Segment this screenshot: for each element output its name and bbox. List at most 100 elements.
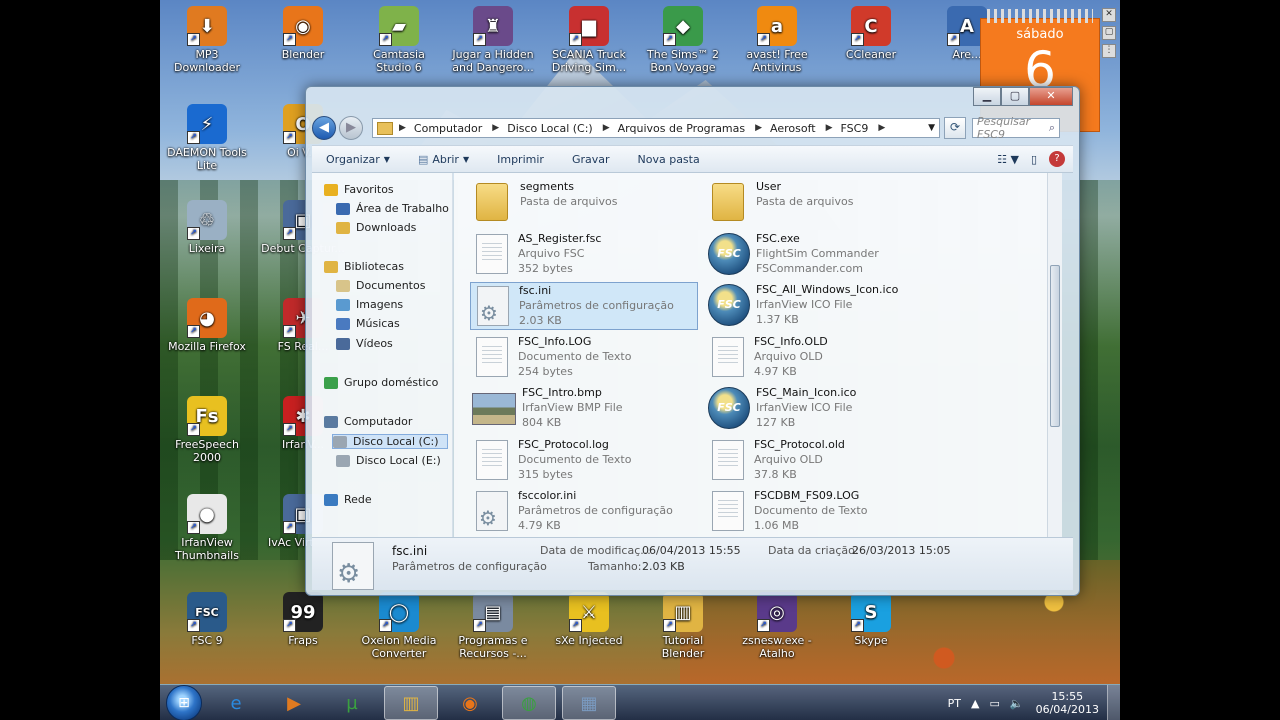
- close-button[interactable]: ✕: [1029, 87, 1073, 106]
- search-input[interactable]: Pesquisar FSC9 ⌕: [972, 115, 1060, 141]
- burn-button[interactable]: Gravar: [572, 153, 610, 166]
- desktop-icon-1[interactable]: ◉ ↗ Blender: [260, 6, 346, 61]
- breadcrumb-arquivos-de-programas[interactable]: Arquivos de Programas: [618, 122, 745, 135]
- desktop-icon-6[interactable]: a ↗ avast! Free Antivirus: [734, 6, 820, 74]
- nav-item-computador[interactable]: Computador: [324, 415, 412, 428]
- file-item[interactable]: fsc.ini Parâmetros de configuração 2.03 KB: [470, 282, 698, 330]
- desktop-icon-3[interactable]: ♜ ↗ Jugar a Hidden and Dangero...: [450, 6, 536, 74]
- view-options-icon[interactable]: ☷ ▼: [997, 153, 1019, 166]
- desktop-icon-21[interactable]: ◯ ↗ Oxelon Media Converter: [356, 592, 442, 660]
- utorrent-icon[interactable]: µ: [326, 687, 378, 719]
- breadcrumb-computador[interactable]: Computador: [414, 122, 482, 135]
- nav-item-imagens[interactable]: Imagens: [336, 298, 403, 311]
- refresh-button[interactable]: ⟳: [944, 117, 966, 139]
- nav-item-m-sicas[interactable]: Músicas: [336, 317, 400, 330]
- file-item[interactable]: FSC_Info.LOG Documento de Texto 254 bytes: [470, 334, 698, 382]
- show-hidden-icons-icon[interactable]: ▲: [971, 697, 979, 710]
- network-icon[interactable]: ▭: [989, 697, 999, 710]
- file-item[interactable]: FSC_Protocol.log Documento de Texto 315 by…: [470, 437, 698, 485]
- address-bar[interactable]: ▶ Computador ▶ Disco Local (C:) ▶ Arquiv…: [372, 118, 940, 138]
- nav-item--rea-de-trabalho[interactable]: Área de Trabalho: [336, 202, 449, 215]
- nav-item-grupo-dom-stico[interactable]: Grupo doméstico: [324, 376, 438, 389]
- forward-button[interactable]: ▶: [339, 116, 363, 140]
- open-button[interactable]: ▤ Abrir ▼: [418, 153, 469, 166]
- help-icon[interactable]: ?: [1049, 151, 1065, 167]
- file-item[interactable]: FSC FSC_Main_Icon.ico IrfanView ICO File 12…: [706, 385, 934, 433]
- breadcrumb-aerosoft[interactable]: Aerosoft: [770, 122, 816, 135]
- nav-item-v-deos[interactable]: Vídeos: [336, 337, 393, 350]
- back-button[interactable]: ◀: [312, 116, 336, 140]
- desktop-icon-20[interactable]: 99 ↗ Fraps: [260, 592, 346, 647]
- nav-item-documentos[interactable]: Documentos: [336, 279, 425, 292]
- clock[interactable]: 15:55 06/04/2013: [1036, 690, 1099, 716]
- language-indicator[interactable]: PT: [948, 697, 961, 710]
- file-size: 804 KB: [522, 416, 562, 429]
- gadget-drag-icon[interactable]: ⋮: [1102, 44, 1116, 58]
- volume-icon[interactable]: 🔈: [1010, 697, 1024, 710]
- desktop-icon-19[interactable]: FSC ↗ FSC 9: [164, 592, 250, 647]
- breadcrumb-fsc9[interactable]: FSC9: [841, 122, 869, 135]
- file-item[interactable]: AS_Register.fsc Arquivo FSC 352 bytes: [470, 231, 698, 279]
- desktop-icon-2[interactable]: ▰ ↗ Camtasia Studio 6: [356, 6, 442, 74]
- blender-icon[interactable]: ◉: [444, 687, 496, 719]
- video-file-icon[interactable]: ▦: [562, 686, 616, 720]
- desktop-icon-4[interactable]: ▆ ↗ SCANIA Truck Driving Sim...: [546, 6, 632, 74]
- nav-item-disco-local-c-[interactable]: Disco Local (C:): [332, 434, 448, 449]
- shortcut-arrow-icon: ↗: [283, 423, 296, 436]
- preview-pane-icon[interactable]: ▯: [1031, 153, 1037, 166]
- file-list: segments Pasta de arquivos User Pasta de ar…: [454, 173, 1062, 537]
- file-item[interactable]: FSCDBM_FS09.LOG Documento de Texto 1.06 MB: [706, 488, 934, 536]
- chevron-right-icon[interactable]: ▶: [492, 123, 499, 133]
- chevron-right-icon[interactable]: ▶: [826, 123, 833, 133]
- new-folder-button[interactable]: Nova pasta: [638, 153, 700, 166]
- chevron-right-icon[interactable]: ▶: [878, 123, 885, 133]
- gadget-options-icon[interactable]: ▢: [1102, 26, 1116, 40]
- chevron-right-icon[interactable]: ▶: [755, 123, 762, 133]
- nav-item-favoritos[interactable]: Favoritos: [324, 183, 394, 196]
- organize-button[interactable]: Organizar ▼: [326, 153, 390, 166]
- show-desktop-button[interactable]: [1107, 685, 1120, 720]
- chevron-right-icon[interactable]: ▶: [399, 123, 406, 133]
- desktop-icon-11[interactable]: ♲ ↗ Lixeira: [164, 200, 250, 255]
- maximize-button[interactable]: ▢: [1001, 87, 1029, 106]
- minimize-button[interactable]: ▁: [973, 87, 1001, 106]
- desktop-icon-25[interactable]: ◎ ↗ zsnesw.exe - Atalho: [734, 592, 820, 660]
- nav-item-disco-local-e-[interactable]: Disco Local (E:): [336, 454, 441, 467]
- pictures-icon: [336, 298, 350, 311]
- nav-item-downloads[interactable]: Downloads: [336, 221, 416, 234]
- desktop-icon-24[interactable]: ▥ ↗ Tutorial Blender: [640, 592, 726, 660]
- file-item[interactable]: User Pasta de arquivos: [706, 179, 934, 227]
- file-item[interactable]: FSC_Info.OLD Arquivo OLD 4.97 KB: [706, 334, 934, 382]
- desktop-icon-9[interactable]: ⚡ ↗ DAEMON Tools Lite: [164, 104, 250, 172]
- chevron-down-icon[interactable]: ▼: [928, 123, 935, 133]
- file-item[interactable]: segments Pasta de arquivos: [470, 179, 698, 227]
- nav-item-rede[interactable]: Rede: [324, 493, 372, 506]
- chevron-right-icon[interactable]: ▶: [603, 123, 610, 133]
- start-button[interactable]: ⊞: [166, 685, 202, 720]
- media-player-icon[interactable]: ▶: [268, 687, 320, 719]
- desktop-icon-26[interactable]: S ↗ Skype: [828, 592, 914, 647]
- file-size: 1.06 MB: [754, 519, 800, 532]
- ie-icon[interactable]: e: [210, 687, 262, 719]
- scrollbar-thumb[interactable]: [1050, 265, 1060, 427]
- file-item[interactable]: FSC_Intro.bmp IrfanView BMP File 804 KB: [470, 385, 698, 433]
- desktop-icon-17[interactable]: ● ↗ IrfanView Thumbnails: [164, 494, 250, 562]
- file-item[interactable]: FSC_Protocol.old Arquivo OLD 37.8 KB: [706, 437, 934, 485]
- desktop-icon-0[interactable]: ⬇ ↗ MP3 Downloader: [164, 6, 250, 74]
- explorer-icon[interactable]: ▥: [384, 686, 438, 720]
- nav-item-bibliotecas[interactable]: Bibliotecas: [324, 260, 404, 273]
- chrome-icon[interactable]: ◍: [502, 686, 556, 720]
- print-button[interactable]: Imprimir: [497, 153, 544, 166]
- gadget-close-icon[interactable]: ✕: [1102, 8, 1116, 22]
- desktop-icon-22[interactable]: ▤ ↗ Programas e Recursos -...: [450, 592, 536, 660]
- vertical-scrollbar[interactable]: [1047, 173, 1062, 537]
- desktop-icon-23[interactable]: ⚔ ↗ sXe Injected: [546, 592, 632, 647]
- desktop-icon-5[interactable]: ◆ ↗ The Sims™ 2 Bon Voyage: [640, 6, 726, 74]
- desktop-icon-13[interactable]: ◕ ↗ Mozilla Firefox: [164, 298, 250, 353]
- desktop-icon-7[interactable]: C ↗ CCleaner: [828, 6, 914, 61]
- file-item[interactable]: FSC FSC.exe FlightSim Commander FSCommander…: [706, 231, 934, 279]
- file-item[interactable]: FSC FSC_All_Windows_Icon.ico IrfanView ICO…: [706, 282, 934, 330]
- breadcrumb-disco-local[interactable]: Disco Local (C:): [507, 122, 593, 135]
- file-item[interactable]: fsccolor.ini Parâmetros de configuração 4.…: [470, 488, 698, 536]
- desktop-icon-15[interactable]: Fs ↗ FreeSpeech 2000: [164, 396, 250, 464]
